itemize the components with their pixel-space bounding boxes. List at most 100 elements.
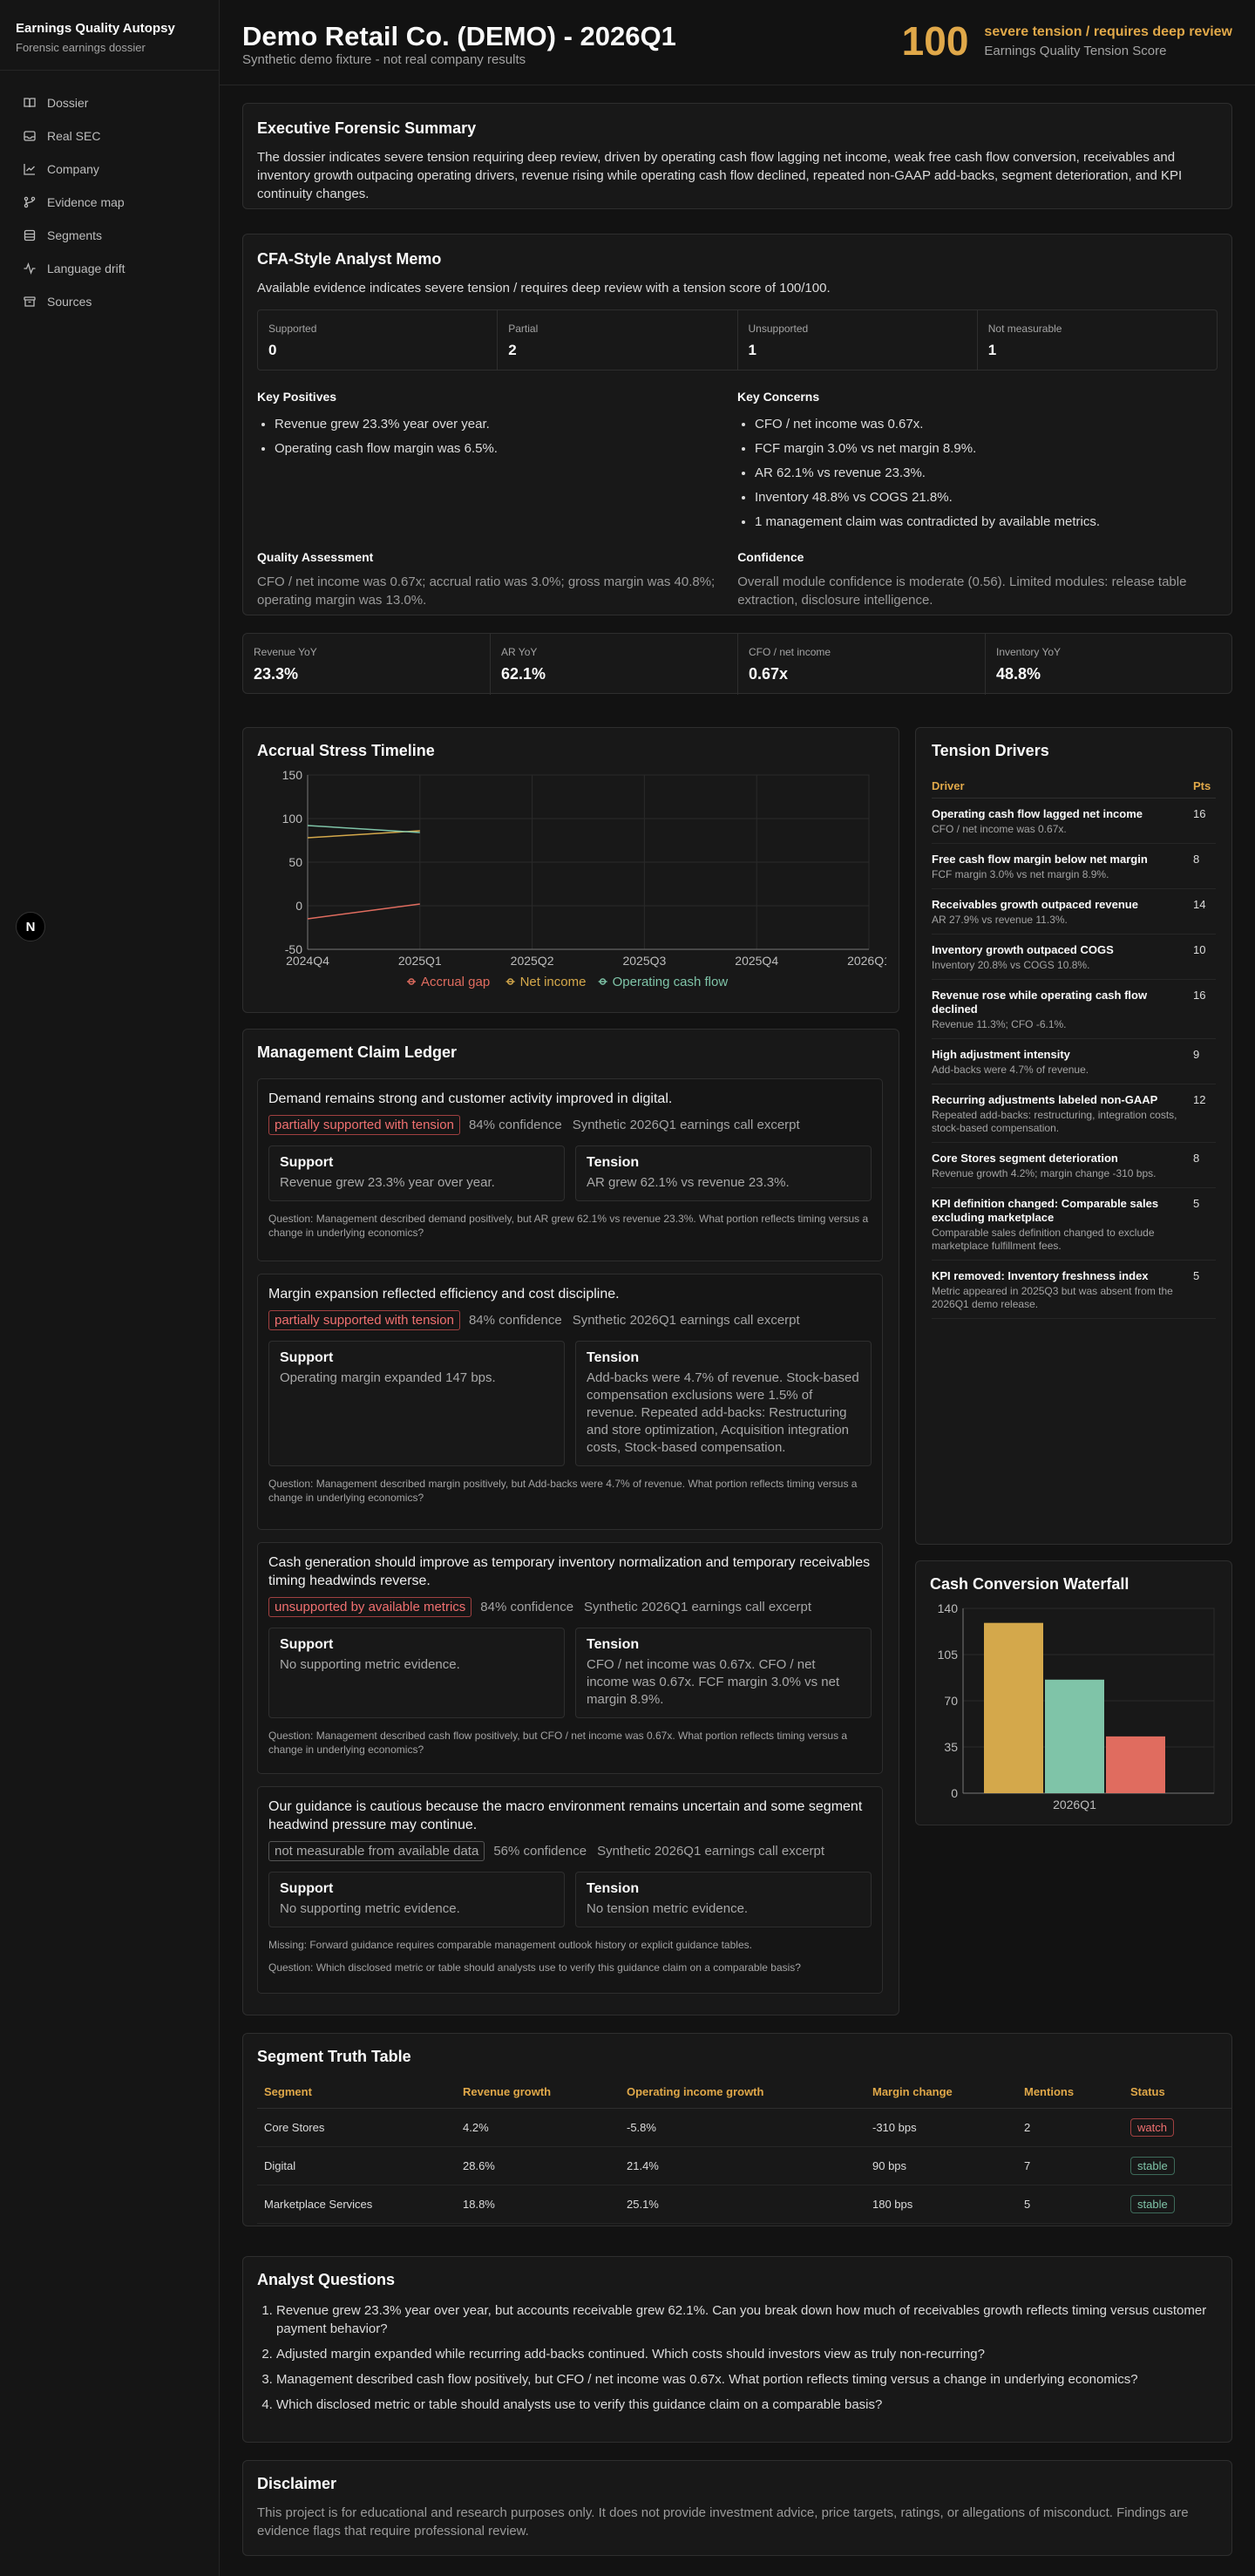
claim-text: Demand remains strong and customer activ…: [268, 1091, 673, 1106]
claim-confidence: 84% confidence: [468, 1118, 562, 1132]
driver-name: High adjustment intensity: [932, 1048, 1070, 1061]
driver-cell: Core Stores segment deterioration Revenue…: [932, 1152, 1193, 1180]
claim-source: Synthetic 2026Q1 earnings call excerpt: [584, 1600, 812, 1614]
driver-points: 5: [1193, 1197, 1200, 1210]
list-item: Revenue grew 23.3% year over year.: [275, 412, 737, 437]
list-item: AR 62.1% vs revenue 23.3%.: [755, 461, 1218, 486]
analyst-questions-title: Analyst Questions: [257, 2271, 396, 2288]
list-item: Inventory 48.8% vs COGS 21.8%.: [755, 486, 1218, 510]
list-item: Operating cash flow margin was 6.5%.: [275, 437, 737, 461]
kpi-revenue-yoy: Revenue YoY 23.3%: [243, 634, 491, 695]
claim-meta: partially supported with tension 84% conf…: [268, 1115, 872, 1135]
claim-confidence: 84% confidence: [468, 1313, 562, 1328]
support-box: Support Operating margin expanded 147 bps…: [268, 1341, 565, 1466]
driver-name: Operating cash flow lagged net income: [932, 807, 1143, 820]
claim-status-badge: not measurable from available data: [268, 1841, 485, 1861]
x-tick-label: 2025Q3: [622, 954, 666, 968]
claim-meta: not measurable from available data 56% co…: [268, 1841, 872, 1861]
tension-heading: Tension: [587, 1637, 640, 1652]
list-item: Adjusted margin expanded while recurring…: [276, 2345, 1218, 2363]
legend-label: Accrual gap: [421, 975, 490, 989]
column-header: Margin change: [865, 2076, 1017, 2109]
stat-value: 2: [508, 342, 517, 358]
x-tick-label: 2026Q1: [1053, 1798, 1096, 1811]
kpi-label: CFO / net income: [749, 646, 831, 658]
support-text: Operating margin expanded 147 bps.: [280, 1370, 496, 1385]
x-tick-label: 2025Q1: [398, 954, 442, 968]
driver-cell: Free cash flow margin below net margin FC…: [932, 853, 1193, 881]
page-header: Demo Retail Co. (DEMO) - 2026Q1 Syntheti…: [220, 0, 1255, 85]
y-tick-label: 50: [288, 855, 302, 869]
tension-drivers-list: Operating cash flow lagged net income CFO…: [932, 799, 1216, 1319]
segment-table-title: Segment Truth Table: [257, 2048, 411, 2065]
sidebar-item-company[interactable]: Company: [0, 153, 219, 186]
table-cell: 5: [1017, 2185, 1123, 2224]
table-row: KPI removed: Inventory freshness index Me…: [932, 1261, 1216, 1319]
quality-assessment: Quality Assessment CFO / net income was …: [257, 550, 737, 609]
y-tick-label: 100: [282, 812, 303, 826]
sidebar-item-segments[interactable]: Segments: [0, 219, 219, 252]
column-header: Revenue growth: [456, 2076, 620, 2109]
claim-status-badge: unsupported by available metrics: [268, 1597, 472, 1617]
quality-assessment-title: Quality Assessment: [257, 550, 374, 564]
status-badge: watch: [1130, 2117, 1174, 2137]
kpi-ar-yoy: AR YoY 62.1%: [491, 634, 738, 695]
memo-assessment: Quality Assessment CFO / net income was …: [257, 550, 1218, 609]
claim-confidence: 56% confidence: [493, 1844, 587, 1859]
sidebar-item-language-drift[interactable]: Language drift: [0, 252, 219, 285]
brand: Earnings Quality Autopsy Forensic earnin…: [0, 0, 219, 71]
driver-cell: Recurring adjustments labeled non-GAAP Re…: [932, 1093, 1193, 1135]
claim-question: Question: Management described demand po…: [268, 1213, 869, 1239]
table-cell: 28.6%: [456, 2146, 620, 2185]
chart-icon: [24, 164, 35, 175]
driver-points: 16: [1193, 807, 1206, 820]
analyst-memo-card: CFA-Style Analyst Memo Available evidenc…: [242, 234, 1232, 615]
sidebar-item-label: Segments: [47, 228, 103, 242]
driver-detail: Comparable sales definition changed to e…: [932, 1227, 1155, 1252]
cash-waterfall-card: Cash Conversion Waterfall 140 105 70 35 0 202…: [915, 1560, 1232, 1825]
disclaimer-card: Disclaimer This project is for education…: [242, 2460, 1232, 2556]
claim-meta: partially supported with tension 84% conf…: [268, 1310, 872, 1330]
y-tick-label: 35: [944, 1740, 958, 1754]
kpi-label: Revenue YoY: [254, 646, 317, 658]
sidebar-item-label: Company: [47, 162, 99, 176]
claim-question: Question: Management described margin po…: [268, 1478, 858, 1504]
tension-heading: Tension: [587, 1881, 640, 1896]
confidence-title: Confidence: [737, 550, 804, 564]
driver-name: KPI removed: Inventory freshness index: [932, 1269, 1149, 1282]
x-tick-label: 2024Q4: [286, 954, 329, 968]
sidebar-item-evidence-map[interactable]: Evidence map: [0, 186, 219, 219]
table-cell: 4.2%: [456, 2108, 620, 2147]
analyst-memo-title: CFA-Style Analyst Memo: [257, 250, 442, 268]
support-text: No supporting metric evidence.: [280, 1901, 460, 1916]
y-tick-label: 105: [938, 1648, 959, 1662]
tension-drivers-card: Tension Drivers Driver Pts Operating cas…: [915, 727, 1232, 1545]
driver-detail: Repeated add-backs: restructuring, integ…: [932, 1109, 1177, 1134]
sidebar-item-real-sec[interactable]: Real SEC: [0, 119, 219, 153]
layers-icon: [24, 229, 36, 241]
status-badge: stable: [1130, 2156, 1175, 2175]
legend-marker: [407, 978, 416, 985]
sidebar-item-sources[interactable]: Sources: [0, 285, 219, 318]
stat-partial: Partial 2: [498, 310, 738, 370]
tension-text: No tension metric evidence.: [587, 1901, 749, 1916]
driver-detail: Add-backs were 4.7% of revenue.: [932, 1064, 1089, 1076]
support-heading: Support: [280, 1350, 334, 1365]
x-tick-label: 2025Q2: [511, 954, 554, 968]
tension-text: Add-backs were 4.7% of revenue. Stock-ba…: [587, 1370, 859, 1455]
claim-item: Our guidance is cautious because the mac…: [257, 1786, 883, 1994]
stat-unsupported: Unsupported 1: [738, 310, 978, 370]
key-concerns-title: Key Concerns: [737, 390, 820, 404]
column-header: Operating income growth: [620, 2076, 865, 2109]
column-header-pts: Pts: [1193, 779, 1211, 792]
support-heading: Support: [280, 1881, 334, 1896]
sidebar-item-label: Sources: [47, 295, 92, 309]
key-positives: Key Positives Revenue grew 23.3% year ov…: [257, 390, 737, 534]
list-item: Management described cash flow positivel…: [276, 2370, 1218, 2389]
sidebar-item-dossier[interactable]: Dossier: [0, 86, 219, 119]
driver-cell: Operating cash flow lagged net income CFO…: [932, 807, 1193, 836]
sidebar-item-label: Real SEC: [47, 129, 101, 143]
table-cell: Digital: [257, 2146, 456, 2185]
key-positives-title: Key Positives: [257, 390, 337, 404]
dev-badge[interactable]: N: [16, 912, 45, 941]
